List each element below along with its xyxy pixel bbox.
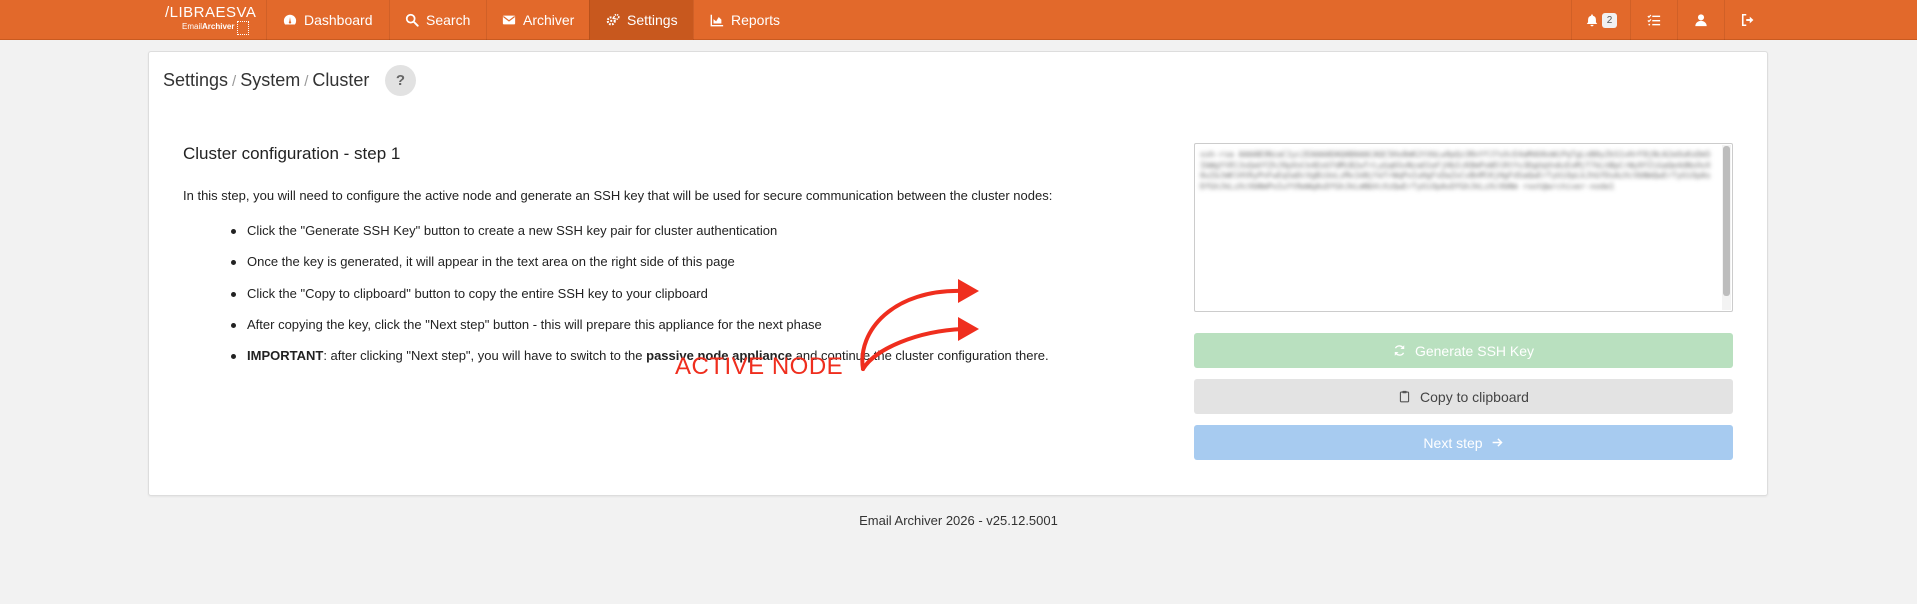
user-icon <box>1694 13 1708 27</box>
logo-mark-icon <box>237 21 249 35</box>
envelope-icon <box>502 13 516 27</box>
bell-icon <box>1585 13 1599 27</box>
copy-to-clipboard-label: Copy to clipboard <box>1420 388 1529 405</box>
nav-search[interactable]: Search <box>389 0 483 40</box>
nav-settings-label: Settings <box>627 12 678 28</box>
ssh-key-content: ssh-rsa AAAAB3NzaC1yc2EAAAADAQABAAACAQC5… <box>1200 150 1711 191</box>
user-profile-button[interactable] <box>1677 0 1724 40</box>
nav-dashboard[interactable]: Dashboard <box>266 0 385 40</box>
nav-reports-label: Reports <box>731 12 781 28</box>
search-icon <box>405 13 419 27</box>
breadcrumb-cluster: Cluster <box>312 70 370 90</box>
active-node-annotation: ACTIVE NODE <box>675 353 844 380</box>
nav-reports[interactable]: Reports <box>693 0 793 40</box>
gears-icon <box>606 13 620 27</box>
nav-search-label: Search <box>426 12 471 28</box>
breadcrumb-separator: / <box>304 73 309 90</box>
refresh-icon <box>1393 344 1415 357</box>
clipboard-icon <box>1398 390 1420 403</box>
tasks-icon <box>1647 13 1661 27</box>
footer-version: Email Archiver 2026 - v25.12.5001 <box>859 513 1058 528</box>
important-label: IMPORTANT <box>247 348 324 364</box>
notifications-count-badge: 2 <box>1601 12 1618 28</box>
breadcrumb-system[interactable]: System <box>240 70 300 90</box>
breadcrumb-separator: / <box>232 73 237 90</box>
dashboard-icon <box>283 13 297 27</box>
logo-subtext: EmailArchiver <box>182 22 235 31</box>
breadcrumb: Settings / System / Cluster <box>163 70 369 91</box>
generate-ssh-key-label: Generate SSH Key <box>1414 342 1535 359</box>
ssh-key-textarea[interactable]: ssh-rsa AAAAB3NzaC1yc2EAAAADAQABAAACAQC5… <box>1194 143 1733 312</box>
help-button[interactable]: ? <box>385 65 416 96</box>
intro-text: In this step, you will need to configure… <box>183 188 1053 203</box>
ssh-key-scrollbar[interactable] <box>1722 145 1731 310</box>
chart-icon <box>710 13 724 27</box>
breadcrumb-settings[interactable]: Settings <box>163 70 228 90</box>
notifications-button[interactable]: 2 <box>1571 0 1630 40</box>
logo-text: /LIBRAESVA <box>165 4 257 21</box>
list-item: Click the "Generate SSH Key" button to c… <box>231 223 1049 254</box>
next-step-label: Next step <box>1423 434 1483 451</box>
annotation-arrows <box>860 279 979 371</box>
page-title: Cluster configuration - step 1 <box>183 144 401 163</box>
tasks-button[interactable] <box>1630 0 1677 40</box>
top-navbar: /LIBRAESVA EmailArchiver Dashboard Searc… <box>0 0 1917 40</box>
logout-icon <box>1741 13 1755 27</box>
nav-archiver-label: Archiver <box>523 12 575 28</box>
next-step-button[interactable]: Next step <box>1194 425 1733 460</box>
logout-button[interactable] <box>1724 0 1771 40</box>
copy-to-clipboard-button[interactable]: Copy to clipboard <box>1194 379 1733 414</box>
nav-dashboard-label: Dashboard <box>304 12 373 28</box>
arrow-right-icon <box>1483 436 1504 449</box>
nav-archiver[interactable]: Archiver <box>486 0 589 40</box>
nav-settings[interactable]: Settings <box>589 0 693 40</box>
libraesva-logo[interactable]: /LIBRAESVA EmailArchiver <box>162 3 256 37</box>
generate-ssh-key-button[interactable]: Generate SSH Key <box>1194 333 1733 368</box>
